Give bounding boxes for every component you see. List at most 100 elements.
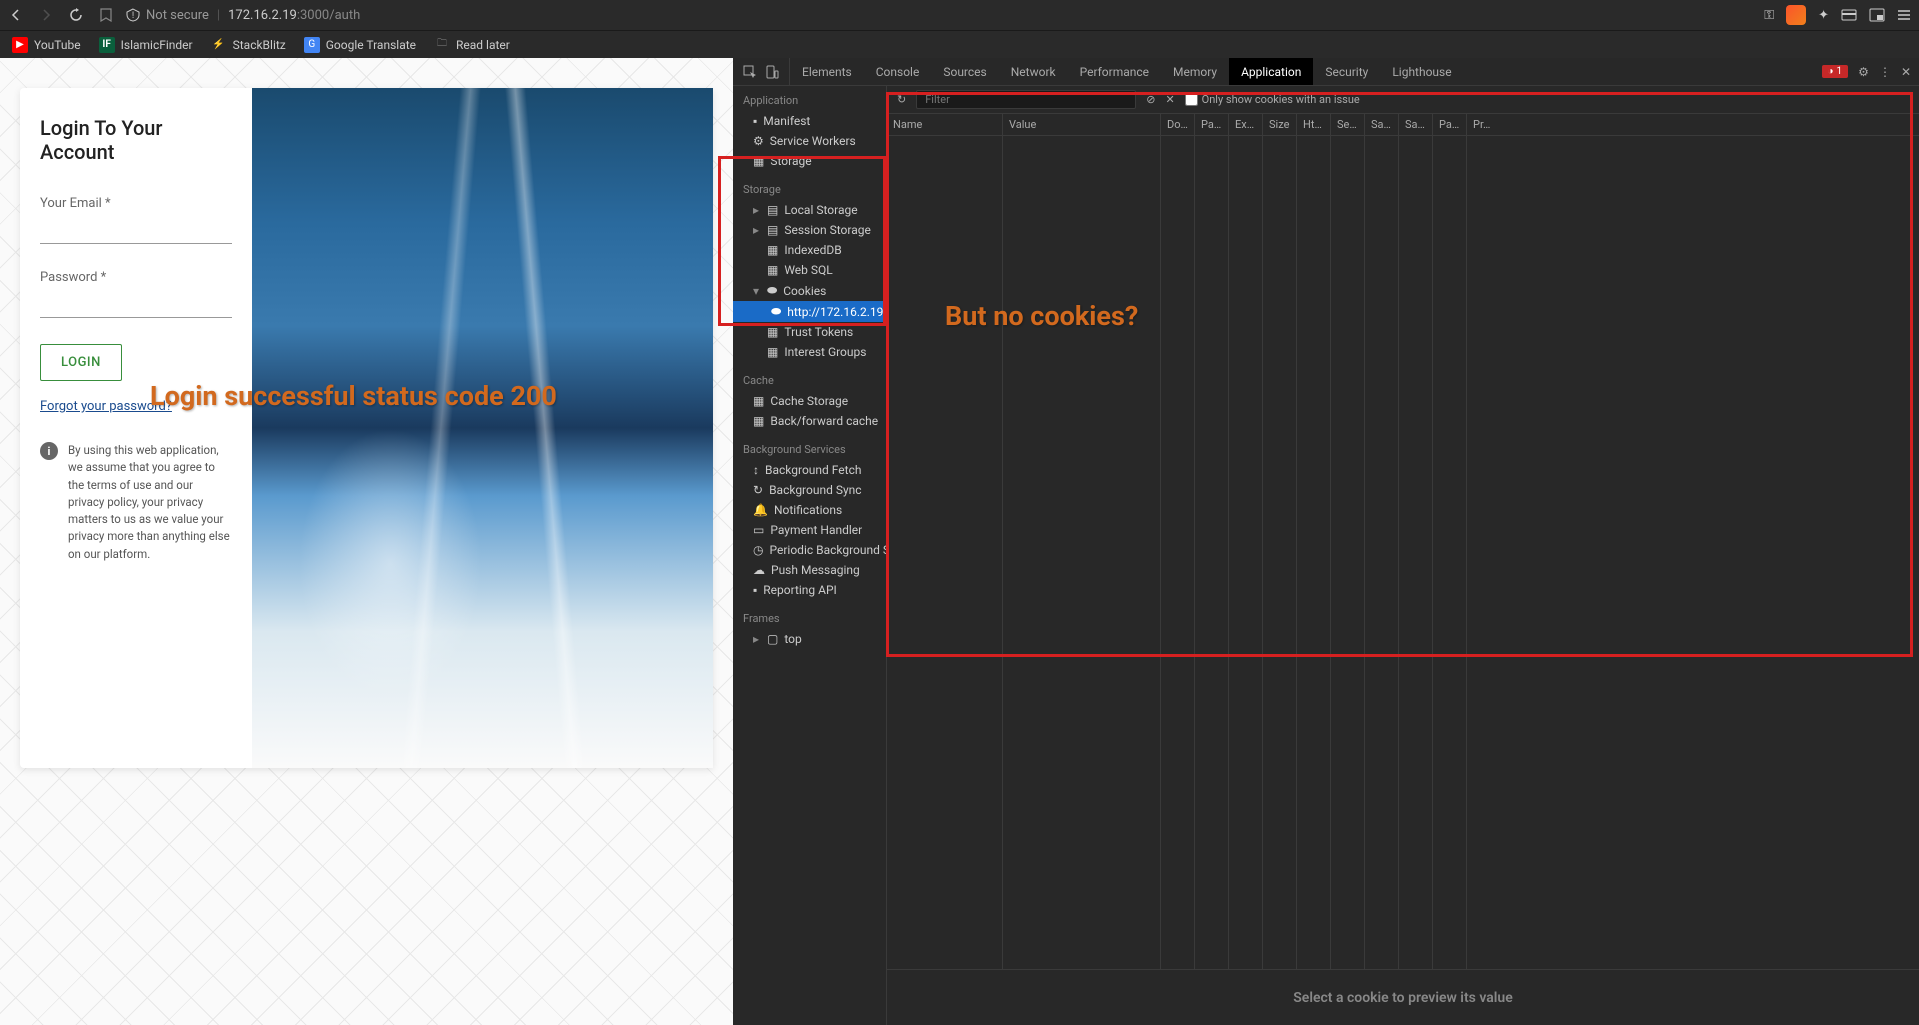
table-header: Name Value Do… Path Exp… Size Htt… Sec… …	[887, 114, 1919, 136]
tab-memory[interactable]: Memory	[1161, 58, 1229, 85]
svg-text:!: !	[132, 11, 134, 21]
reload-button[interactable]	[68, 7, 84, 23]
bookmark-islamicfinder[interactable]: IFIslamicFinder	[99, 37, 193, 53]
tab-sources[interactable]: Sources	[931, 58, 998, 85]
sidebar-item-cookie-origin[interactable]: ⬬ http://172.16.2.19:3000	[733, 301, 886, 322]
tab-lighthouse[interactable]: Lighthouse	[1380, 58, 1463, 85]
sidebar-item-local-storage[interactable]: ▸▤ Local Storage	[733, 200, 886, 220]
sidebar-item-storage[interactable]: ▦ Storage	[733, 151, 886, 171]
extensions-icon[interactable]: ✦	[1818, 8, 1829, 23]
col-partition[interactable]: Par…	[1433, 114, 1467, 135]
col-domain[interactable]: Do…	[1161, 114, 1195, 135]
col-size[interactable]: Size	[1263, 114, 1297, 135]
sidebar-item-service-workers[interactable]: ⚙ Service Workers	[733, 131, 886, 151]
email-field[interactable]	[40, 215, 232, 244]
tab-network[interactable]: Network	[999, 58, 1068, 85]
sidebar-item-payment-handler[interactable]: ▭ Payment Handler	[733, 520, 886, 540]
application-sidebar: Application ▪ Manifest ⚙ Service Workers…	[733, 86, 887, 1025]
close-devtools-icon[interactable]: ✕	[1901, 65, 1911, 79]
key-icon[interactable]: ⚿	[1764, 8, 1774, 23]
only-issue-checkbox[interactable]: Only show cookies with an issue	[1185, 93, 1360, 106]
login-hero-image	[252, 88, 713, 768]
col-samesite[interactable]: Sa…	[1365, 114, 1399, 135]
section-bg-services: Background Services	[733, 439, 886, 460]
brave-shield-icon[interactable]	[1786, 5, 1806, 25]
tab-elements[interactable]: Elements	[790, 58, 864, 85]
section-application: Application	[733, 90, 886, 111]
url-text: 172.16.2.19:3000/auth	[228, 8, 360, 23]
password-label: Password *	[40, 270, 232, 285]
devtools-panel: Elements Console Sources Network Perform…	[733, 58, 1919, 1025]
sidebar-item-periodic-sync[interactable]: ◷ Periodic Background Sync	[733, 540, 886, 560]
col-value[interactable]: Value	[1003, 114, 1161, 135]
section-frames: Frames	[733, 608, 886, 629]
col-secure[interactable]: Sec…	[1331, 114, 1365, 135]
tab-security[interactable]: Security	[1313, 58, 1380, 85]
bookmark-youtube[interactable]: ▶YouTube	[12, 37, 81, 53]
wallet-icon[interactable]	[1841, 8, 1857, 22]
device-icon[interactable]	[765, 65, 779, 79]
clear-all-icon[interactable]: ⊘	[1146, 93, 1155, 106]
forward-button[interactable]	[38, 7, 54, 23]
sidebar-item-interest-groups[interactable]: ▦ Interest Groups	[733, 342, 886, 362]
cookies-main: ↻ ⊘ ✕ Only show cookies with an issue Na…	[887, 86, 1919, 1025]
devtools-tabs: Elements Console Sources Network Perform…	[733, 58, 1919, 86]
sidebar-item-push-messaging[interactable]: ☁ Push Messaging	[733, 560, 886, 580]
col-httponly[interactable]: Htt…	[1297, 114, 1331, 135]
security-indicator: ! Not secure	[126, 8, 209, 23]
col-sameparty[interactable]: Sa…	[1399, 114, 1433, 135]
browser-toolbar: ! Not secure | 172.16.2.19:3000/auth ⚿ ✦	[0, 0, 1919, 30]
inspect-icon[interactable]	[743, 65, 757, 79]
annotation-no-cookies: But no cookies?	[945, 300, 1138, 332]
settings-icon[interactable]: ⚙	[1858, 65, 1869, 79]
sidebar-item-top-frame[interactable]: ▸▢ top	[733, 629, 886, 649]
address-bar[interactable]: ! Not secure | 172.16.2.19:3000/auth	[126, 8, 1752, 23]
annotation-login-success: Login successful status code 200	[150, 380, 557, 412]
refresh-icon[interactable]: ↻	[897, 93, 906, 106]
sidebar-item-bg-sync[interactable]: ↻ Background Sync	[733, 480, 886, 500]
bookmark-read-later[interactable]: 🗀Read later	[434, 37, 510, 53]
sidebar-item-notifications[interactable]: 🔔 Notifications	[733, 500, 886, 520]
cookies-filter-input[interactable]	[916, 90, 1136, 109]
info-icon: i	[40, 442, 58, 460]
page-viewport: Login To Your Account Your Email * Passw…	[0, 58, 733, 1025]
section-cache: Cache	[733, 370, 886, 391]
col-path[interactable]: Path	[1195, 114, 1229, 135]
sidebar-item-manifest[interactable]: ▪ Manifest	[733, 111, 886, 131]
sidebar-item-bg-fetch[interactable]: ↕ Background Fetch	[733, 460, 886, 480]
bookmark-icon[interactable]	[98, 7, 114, 23]
sidebar-item-websql[interactable]: ▦ Web SQL	[733, 260, 886, 280]
cookie-preview-empty: Select a cookie to preview its value	[887, 969, 1919, 1025]
sidebar-item-trust-tokens[interactable]: ▦ Trust Tokens	[733, 322, 886, 342]
sidebar-item-session-storage[interactable]: ▸▤ Session Storage	[733, 220, 886, 240]
bookmark-stackblitz[interactable]: ⚡StackBlitz	[211, 37, 286, 53]
col-priority[interactable]: Pr…	[1467, 114, 1501, 135]
col-expires[interactable]: Exp…	[1229, 114, 1263, 135]
pip-icon[interactable]	[1869, 8, 1885, 22]
login-button[interactable]: LOGIN	[40, 344, 122, 381]
more-icon[interactable]: ⋮	[1879, 65, 1891, 79]
tab-application[interactable]: Application	[1229, 58, 1313, 85]
sidebar-item-cache-storage[interactable]: ▦ Cache Storage	[733, 391, 886, 411]
sidebar-item-bfcache[interactable]: ▦ Back/forward cache	[733, 411, 886, 431]
sidebar-item-reporting-api[interactable]: ▪ Reporting API	[733, 580, 886, 600]
bookmark-google-translate[interactable]: GGoogle Translate	[304, 37, 416, 53]
not-secure-label: Not secure	[146, 8, 209, 23]
table-body-empty[interactable]	[887, 136, 1919, 969]
tab-performance[interactable]: Performance	[1068, 58, 1161, 85]
password-field[interactable]	[40, 289, 232, 318]
clear-icon[interactable]: ✕	[1165, 93, 1174, 106]
back-button[interactable]	[8, 7, 24, 23]
disclaimer-text: By using this web application, we assume…	[68, 442, 232, 563]
menu-icon[interactable]	[1897, 8, 1911, 22]
cookies-filter-bar: ↻ ⊘ ✕ Only show cookies with an issue	[887, 86, 1919, 114]
error-badge[interactable]: ◑ 1	[1822, 65, 1849, 78]
login-title: Login To Your Account	[40, 116, 232, 164]
sidebar-item-cookies[interactable]: ▾⬬ Cookies	[733, 280, 886, 301]
email-label: Your Email *	[40, 196, 232, 211]
login-card: Login To Your Account Your Email * Passw…	[20, 88, 713, 768]
section-storage: Storage	[733, 179, 886, 200]
col-name[interactable]: Name	[887, 114, 1003, 135]
tab-console[interactable]: Console	[864, 58, 932, 85]
sidebar-item-indexeddb[interactable]: ▦ IndexedDB	[733, 240, 886, 260]
